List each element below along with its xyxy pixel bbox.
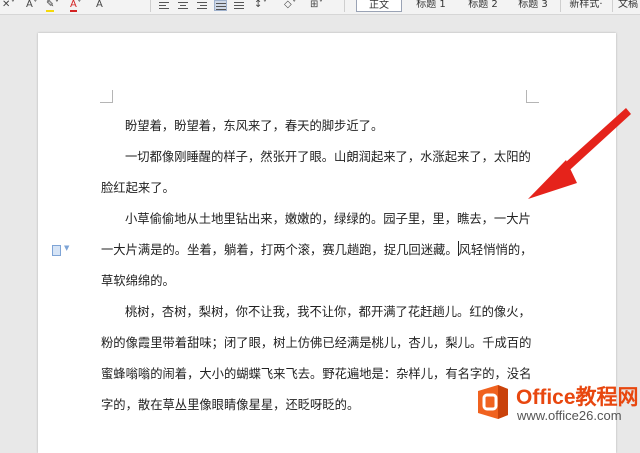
office-logo-icon xyxy=(478,385,508,419)
red-arrow-icon xyxy=(528,108,631,199)
watermark-title: Office教程网 xyxy=(516,386,639,409)
watermark-url: www.office26.com xyxy=(517,408,622,423)
